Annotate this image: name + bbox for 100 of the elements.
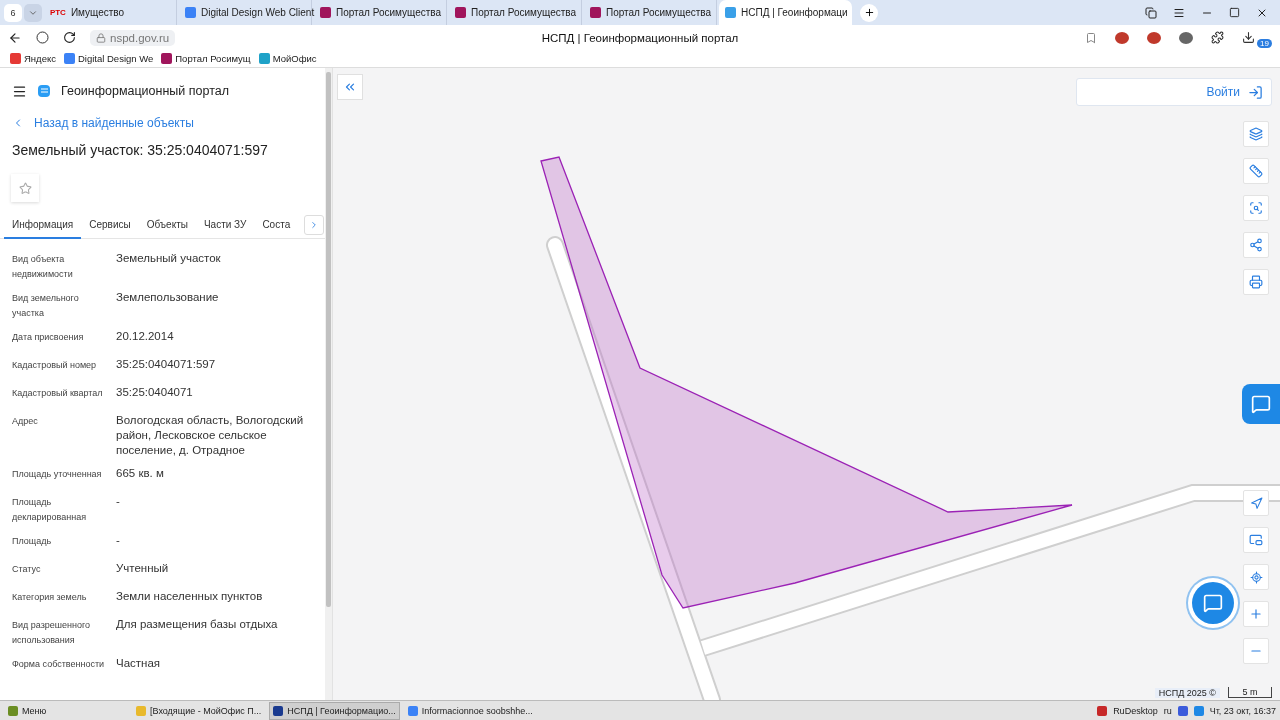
field-value: 35:25:0404071 [116,385,194,400]
bookmark-icon[interactable] [1085,31,1098,44]
share-button[interactable] [1243,232,1269,258]
field-label: Форма собственности [12,658,106,671]
page-title: НСПД | Геоинформационный портал [541,31,739,44]
tray-icon[interactable] [1177,705,1188,716]
field-value: Частная [116,656,162,671]
circle-icon[interactable] [36,31,49,44]
tab-counter[interactable]: 6 [4,3,22,22]
tab[interactable]: Объекты [138,212,196,239]
menu-icon[interactable] [12,83,27,99]
site-icon [185,7,196,18]
reload-icon[interactable] [63,31,76,44]
copy-icon[interactable] [1145,6,1157,19]
puzzle-icon[interactable] [1211,31,1225,44]
login-button[interactable]: Войти [1076,78,1272,106]
object-heading: Земельный участок: 35:25:0404071:597 [11,142,269,158]
tray-icon[interactable] [1193,705,1204,716]
field-label: Вид разрешенного использования [12,619,92,647]
maximize-icon[interactable] [1229,7,1240,18]
login-icon [1248,84,1263,100]
site-icon [590,7,601,18]
bookmark-item[interactable]: МойОфис [258,53,317,64]
field-label: Дата присвоения [12,331,85,344]
browser-tab[interactable]: Портал Росимущества [584,0,717,25]
area-search-icon [1249,201,1263,215]
extension-icon[interactable] [1147,31,1162,44]
map-attribution: НСПД 2025 © [1154,688,1220,698]
print-button[interactable] [1243,269,1269,295]
zoom-in-button[interactable] [1243,601,1269,627]
plus-icon [863,7,875,18]
bookmark-item[interactable]: Яндекс [10,53,56,64]
extension-icon[interactable] [1179,31,1194,44]
area-search-button[interactable] [1243,195,1269,221]
tab[interactable]: Сервисы [81,212,139,239]
field-value: Учтенный [116,561,170,576]
app-title: Геоинформационный портал [61,84,230,98]
menu-icon[interactable] [1173,6,1185,19]
field-label: Кадастровый номер [12,359,98,372]
download-icon[interactable] [1242,31,1256,44]
tray-icon[interactable] [1097,705,1108,716]
browser-tab[interactable]: НСПД | Геоинформаци [719,0,852,25]
field-value: 35:25:0404071:597 [116,357,217,372]
field-value: Землепользование [116,290,220,305]
field-label: Вид земельного участка [12,292,80,320]
browser-tab[interactable]: РТС Имущество [44,0,177,25]
plus-icon [1249,607,1263,621]
back-arrow-icon[interactable] [8,30,22,45]
bookmark-item[interactable]: Портал Росимущ [161,53,251,64]
tray-app-label[interactable]: RuDesktop [1113,705,1158,716]
field-label: Площадь декларированная [12,496,88,524]
locate-icon [1249,570,1263,584]
printer-icon [1249,275,1263,289]
field-value: 20.12.2014 [116,329,175,344]
field-value: Вологодская область, Вологодский район, Лесковское сельское поселение, д. Отрадное [116,413,305,458]
clock: Чт, 23 окт, 16:37 [1209,705,1276,716]
site-icon [455,7,466,18]
field-label: Категория земель [12,591,88,604]
favorite-button[interactable] [11,174,39,202]
field-label: Площадь уточненная [12,468,103,481]
chat-icon [1203,593,1223,613]
bookmark-item[interactable]: Digital Design We [63,53,154,64]
site-logo: РТС [50,8,66,17]
taskbar-window[interactable]: НСПД | Геоинформацио... [269,701,400,720]
language-indicator[interactable]: ru [1163,705,1172,716]
extension-icon[interactable] [1115,31,1130,44]
address-field[interactable]: nspd.gov.ru [90,29,176,46]
side-panel-tab[interactable] [1242,384,1280,424]
layers-button[interactable] [1243,121,1269,147]
browser-tab[interactable]: Digital Design Web Client [179,0,312,25]
ruler-icon [1249,164,1263,178]
start-menu-button[interactable]: Меню [4,701,128,720]
scale-bar: 5 m [1228,687,1272,698]
browser-tab[interactable]: Портал Росимущества [449,0,582,25]
field-label: Адрес [12,415,39,428]
download-count: 19 [1257,39,1272,48]
tab[interactable]: Части ЗУ [195,212,255,239]
chevron-right-icon [309,220,319,230]
field-value: Земельный участок [116,251,222,266]
double-chevron-left-icon [343,80,357,94]
navigation-button[interactable] [1243,490,1269,516]
taskbar-window[interactable]: [Входящие - МойОфис П... [132,701,266,720]
new-tab-button[interactable] [860,3,878,22]
field-value: 665 кв. м [116,466,165,481]
taskbar-window[interactable]: Informacionnoe soobshhe... [403,701,537,720]
tab[interactable]: Соста [254,212,299,239]
minimap-button[interactable] [1243,527,1269,553]
locate-button[interactable] [1243,564,1269,590]
collapse-panel-button[interactable] [337,74,363,100]
site-icon [320,7,331,18]
browser-tab[interactable]: Портал Росимущества [314,0,447,25]
field-value: Для размещения базы отдыха [116,617,279,632]
site-icon [725,7,736,18]
star-icon [18,181,32,195]
back-link[interactable]: Назад в найденные объекты [0,116,325,130]
ruler-button[interactable] [1243,158,1269,184]
picture-in-picture-icon [1249,533,1263,547]
tab[interactable]: Информация [4,212,82,239]
layers-icon [1249,127,1263,141]
logo-icon [37,84,51,98]
